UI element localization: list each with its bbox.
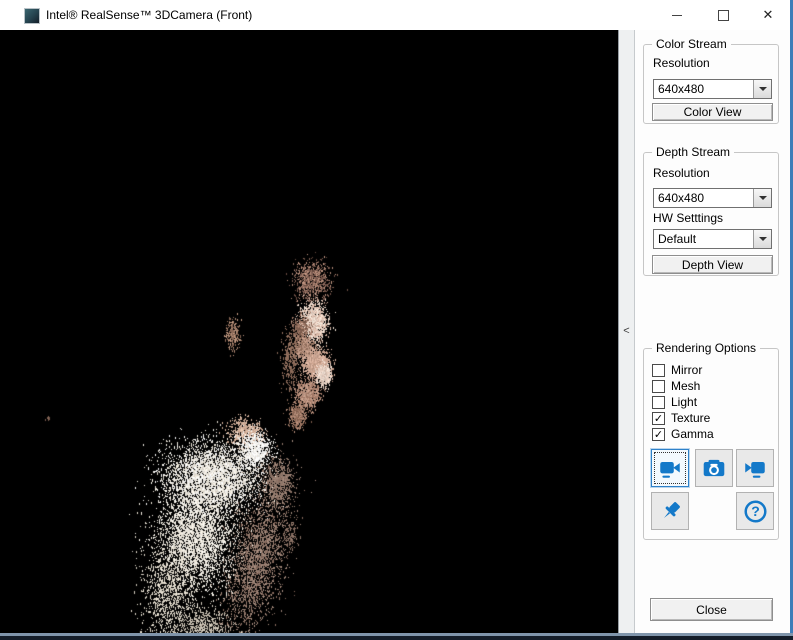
depth-stream-group-title: Depth Stream (652, 145, 734, 159)
color-view-button[interactable]: Color View (652, 103, 773, 121)
snapshot-camera-button[interactable] (695, 449, 733, 487)
rendering-checkbox-list: Mirror Mesh Light ✓ Texture ✓ Gamma (652, 362, 774, 442)
depth-stream-group: Depth Stream Resolution 640x480 HW Settt… (643, 152, 779, 276)
dropdown-arrow-icon[interactable] (753, 80, 771, 98)
question-mark-glyph: ? (751, 503, 760, 519)
checkbox-texture[interactable]: ✓ Texture (652, 410, 774, 426)
color-resolution-value: 640x480 (658, 80, 704, 98)
hw-settings-select[interactable]: Default (653, 229, 772, 249)
checkbox-checked-icon[interactable]: ✓ (652, 412, 665, 425)
checkbox-mirror[interactable]: Mirror (652, 362, 774, 378)
checkbox-label: Texture (671, 411, 710, 425)
color-resolution-label: Resolution (653, 56, 710, 70)
checkbox-label: Mirror (671, 363, 702, 377)
maximize-button[interactable] (700, 0, 746, 30)
checkbox-label: Gamma (671, 427, 714, 441)
photo-camera-icon (701, 455, 727, 481)
color-stream-group-title: Color Stream (652, 37, 731, 51)
help-icon: ? (742, 498, 769, 525)
hw-settings-value: Default (658, 230, 696, 248)
dropdown-arrow-icon[interactable] (753, 189, 771, 207)
depth-view-button[interactable]: Depth View (652, 255, 773, 274)
titlebar: Intel® RealSense™ 3DCamera (Front) ✕ (0, 0, 793, 30)
window-border-bottom-shadow (0, 636, 793, 640)
rendering-options-group-title: Rendering Options (652, 341, 760, 355)
depth-resolution-value: 640x480 (658, 189, 704, 207)
help-button[interactable]: ? (736, 492, 774, 530)
pointcloud-viewport[interactable] (0, 30, 618, 634)
dropdown-arrow-icon[interactable] (753, 230, 771, 248)
close-icon: ✕ (763, 8, 774, 23)
hw-settings-label: HW Setttings (653, 211, 723, 225)
pin-button[interactable] (651, 492, 689, 530)
depth-resolution-label: Resolution (653, 166, 710, 180)
dialog-close-button[interactable]: Close (650, 598, 773, 621)
window-close-button[interactable]: ✕ (746, 0, 790, 30)
color-stream-group: Color Stream Resolution 640x480 Color Vi… (643, 44, 779, 124)
checkbox-unchecked-icon[interactable] (652, 364, 665, 377)
settings-panel: Color Stream Resolution 640x480 Color Vi… (636, 30, 790, 634)
checkbox-light[interactable]: Light (652, 394, 774, 410)
checkbox-label: Mesh (671, 379, 700, 393)
color-resolution-select[interactable]: 640x480 (653, 79, 772, 99)
depth-resolution-select[interactable]: 640x480 (653, 188, 772, 208)
chevron-down-icon (759, 196, 767, 200)
checkbox-checked-icon[interactable]: ✓ (652, 428, 665, 441)
minimize-icon (672, 15, 682, 16)
window-title: Intel® RealSense™ 3DCamera (Front) (46, 0, 252, 30)
video-camera-mirrored-button[interactable] (736, 449, 774, 487)
checkbox-mesh[interactable]: Mesh (652, 378, 774, 394)
video-camera-mirrored-icon (742, 455, 768, 481)
minimize-button[interactable] (654, 0, 700, 30)
app-icon (24, 8, 40, 24)
panel-splitter: < (618, 30, 635, 634)
chevron-down-icon (759, 237, 767, 241)
video-camera-button[interactable] (651, 449, 689, 487)
panel-collapse-button[interactable]: < (619, 320, 634, 342)
maximize-icon (718, 10, 729, 21)
checkbox-label: Light (671, 395, 697, 409)
checkbox-gamma[interactable]: ✓ Gamma (652, 426, 774, 442)
rendering-options-group: Rendering Options MirrorMeshLight✓Textur… (643, 348, 779, 540)
pushpin-icon (657, 498, 684, 525)
checkbox-unchecked-icon[interactable] (652, 380, 665, 393)
chevron-down-icon (759, 87, 767, 91)
video-camera-icon (657, 455, 683, 481)
checkbox-unchecked-icon[interactable] (652, 396, 665, 409)
